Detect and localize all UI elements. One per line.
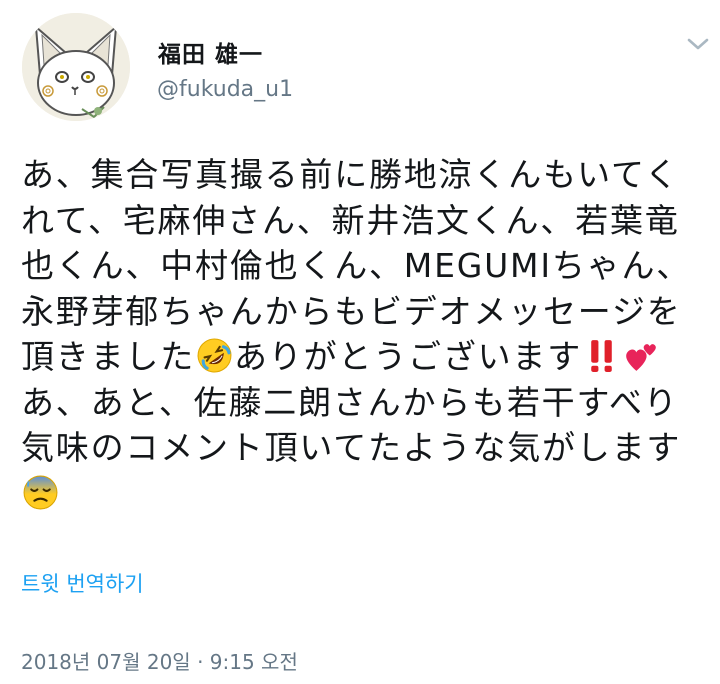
- double-exclamation-emoji-icon: [583, 337, 620, 374]
- tweet-text-segment: 頂きました: [21, 337, 195, 376]
- two-hearts-emoji-icon: [622, 337, 659, 374]
- tweet-text-segment: 也くん、中村倫也くん、MEGUMIちゃん、: [21, 246, 692, 285]
- tweet-text-segment: れて、宅麻伸さん、新井浩文くん、若葉竜: [21, 200, 680, 240]
- avatar[interactable]: [22, 13, 130, 121]
- tweet-text-segment: ありがとうございます: [234, 337, 582, 376]
- tweet-text-line: あ、集合写真撮る前に勝地涼くんもいてく: [21, 152, 705, 198]
- display-name[interactable]: 福田 雄一: [158, 41, 263, 69]
- tweet-text-line: れて、宅麻伸さん、新井浩文くん、若葉竜: [21, 198, 705, 244]
- rolling-on-floor-laughing-emoji-icon: [196, 337, 233, 374]
- tweet-text-line: [21, 471, 705, 517]
- translate-tweet-link[interactable]: 트윗 번역하기: [21, 570, 144, 598]
- tweet-text-line: 永野芽郁ちゃんからもビデオメッセージを: [21, 289, 705, 335]
- tweet-text-line: あ、あと、佐藤二朗さんからも若干すべり: [21, 380, 705, 426]
- tweet-text-line: 也くん、中村倫也くん、MEGUMIちゃん、: [21, 243, 705, 289]
- anxious-face-with-sweat-emoji-icon: [22, 474, 59, 511]
- tweet-text-segment: 永野芽郁ちゃんからもビデオメッセージを: [21, 291, 682, 331]
- tweet-text-line: 気味のコメント頂いてたような気がします: [21, 425, 705, 471]
- tweet-card: 福田 雄一 @fukuda_u1 あ、集合写真撮る前に勝地涼くんもいてく れて、宅…: [0, 0, 720, 684]
- tweet-text-segment: 気味のコメント頂いてたような気がします: [21, 428, 682, 467]
- tweet-timestamp[interactable]: 2018년 07월 20일 · 9:15 오전: [21, 649, 298, 675]
- user-handle[interactable]: @fukuda_u1: [157, 76, 293, 104]
- tweet-text-segment: あ、集合写真撮る前に勝地涼くんもいてく: [21, 155, 680, 194]
- tweet-text-segment: あ、あと、佐藤二朗さんからも若干すべり: [21, 382, 679, 422]
- tweet-text-line: 頂きました ありがとうございます: [21, 334, 705, 380]
- tweet-text: あ、集合写真撮る前に勝地涼くんもいてく れて、宅麻伸さん、新井浩文くん、若葉竜 也く…: [21, 152, 705, 516]
- chevron-down-icon[interactable]: [685, 34, 711, 54]
- cat-illustration-icon: [22, 13, 130, 121]
